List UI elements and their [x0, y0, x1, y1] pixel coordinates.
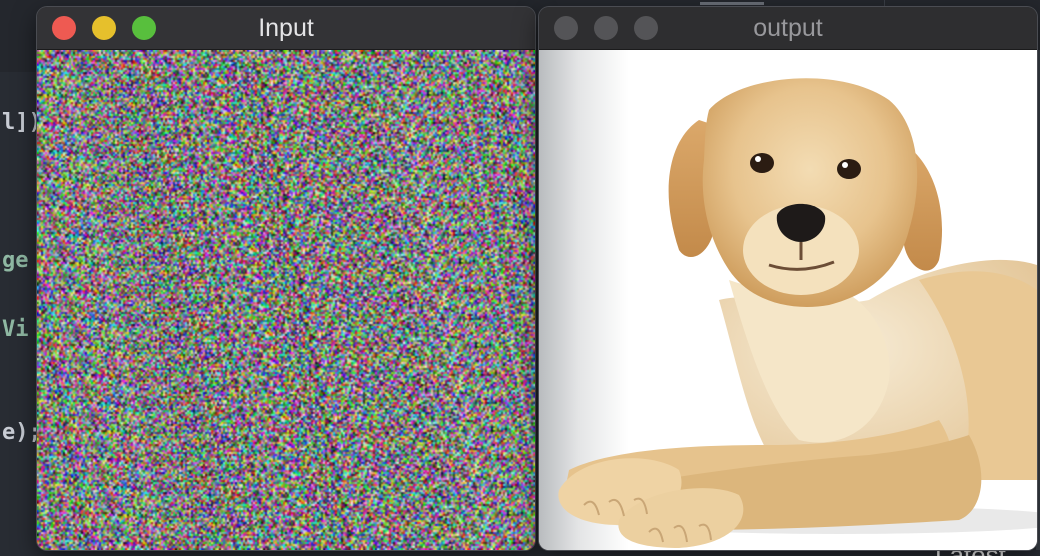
code-line-fragment: l]) [2, 110, 42, 135]
code-line-fragment: e); [2, 420, 42, 445]
window-title: output [753, 14, 823, 42]
output-window[interactable]: output [539, 7, 1037, 550]
noise-image-view [37, 50, 535, 550]
active-tab-indicator [700, 2, 764, 5]
puppy-photo [539, 50, 1037, 550]
code-line-fragment: ge [2, 248, 29, 273]
output-window-titlebar[interactable]: output [539, 7, 1037, 50]
window-title: Input [258, 14, 314, 42]
input-window[interactable]: Input [37, 7, 535, 550]
input-window-titlebar[interactable]: Input [37, 7, 535, 50]
puppy-image-view [539, 50, 1037, 550]
noise-image [37, 50, 535, 550]
code-line-fragment: Vi [2, 317, 29, 342]
